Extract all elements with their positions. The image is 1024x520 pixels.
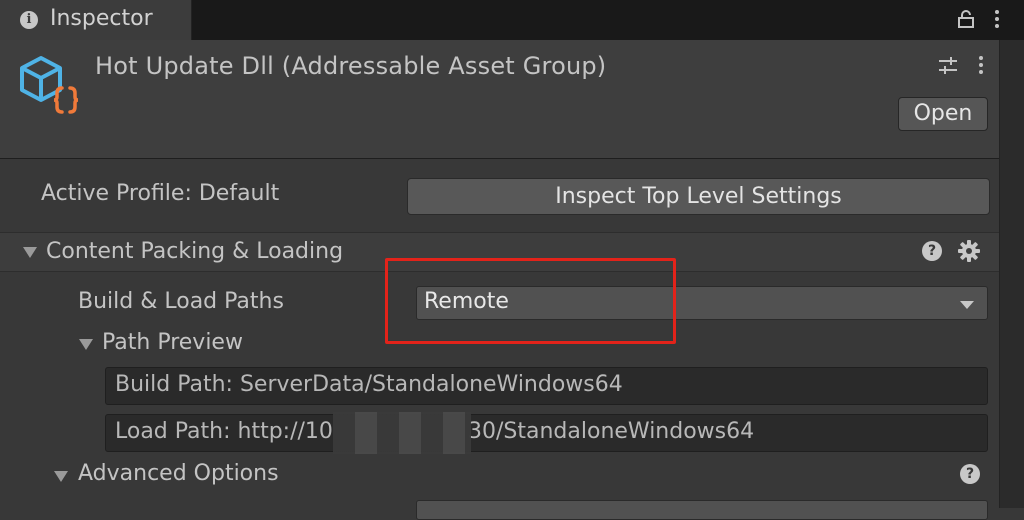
- tab-inspector-label: Inspector: [50, 6, 153, 31]
- build-path-text: Build Path: ServerData/StandaloneWindows…: [115, 372, 623, 397]
- open-button[interactable]: Open: [898, 97, 988, 131]
- build-load-paths-label: Build & Load Paths: [78, 289, 284, 314]
- redaction-mosaic: [333, 412, 471, 454]
- tab-inspector[interactable]: i Inspector: [0, 0, 192, 40]
- inspector-scrollbar[interactable]: [999, 40, 1024, 508]
- inspect-top-level-settings-button[interactable]: Inspect Top Level Settings: [407, 178, 990, 215]
- asset-title: Hot Update Dll (Addressable Asset Group): [95, 52, 607, 80]
- load-path-suffix: 30/StandaloneWindows64: [468, 419, 755, 444]
- asset-header: Hot Update Dll (Addressable Asset Group)…: [0, 40, 1000, 159]
- window-menu-icon[interactable]: [995, 10, 999, 31]
- tab-bar: i Inspector: [0, 0, 1024, 40]
- dropdown-arrow-icon: [960, 301, 974, 309]
- gear-icon[interactable]: [958, 240, 980, 262]
- info-icon: i: [20, 11, 38, 29]
- component-menu-icon[interactable]: [979, 56, 983, 77]
- load-path-prefix: Load Path: http://10: [115, 419, 333, 444]
- foldout-arrow-icon: [23, 247, 37, 258]
- load-path-field: Load Path: http://10 30/StandaloneWindow…: [105, 414, 988, 452]
- build-path-field: Build Path: ServerData/StandaloneWindows…: [105, 367, 988, 405]
- lock-icon[interactable]: [958, 10, 974, 28]
- path-preview-foldout-icon[interactable]: [79, 339, 93, 350]
- active-profile-label: Active Profile: Default: [41, 181, 280, 206]
- advanced-help-icon[interactable]: ?: [960, 464, 980, 484]
- preset-sliders-icon[interactable]: [938, 54, 958, 78]
- next-field-partial[interactable]: [416, 500, 988, 520]
- cube-braces-icon: [20, 56, 79, 114]
- advanced-options-label[interactable]: Advanced Options: [78, 461, 279, 486]
- section-title: Content Packing & Loading: [46, 239, 344, 264]
- advanced-options-foldout-icon[interactable]: [54, 471, 68, 482]
- path-preview-label[interactable]: Path Preview: [102, 330, 243, 355]
- highlight-annotation: [385, 258, 676, 344]
- help-icon[interactable]: ?: [922, 241, 942, 261]
